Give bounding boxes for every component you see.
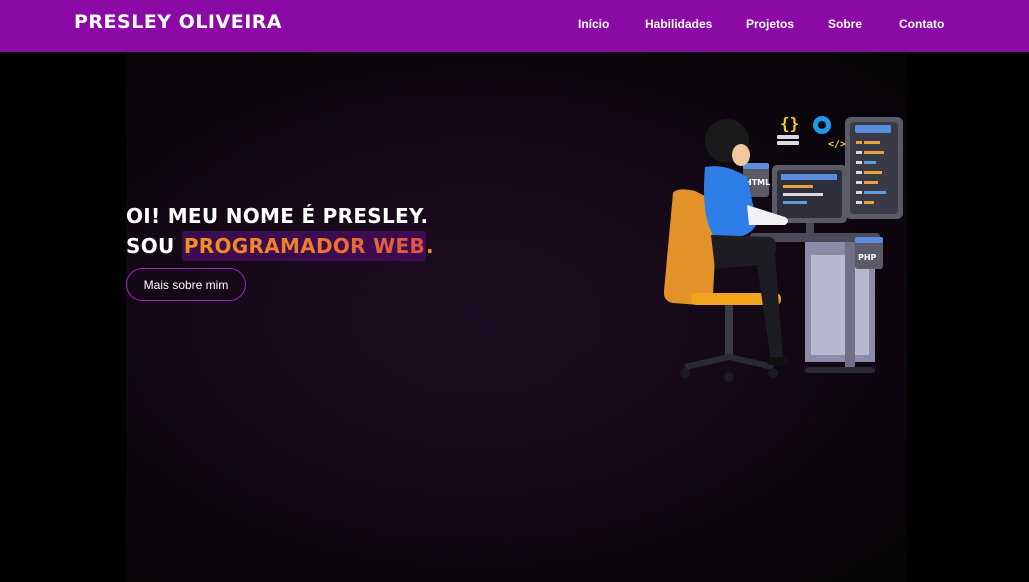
hero-headline: OI! MEU NOME É PRESLEY. SOU PROGRAMADOR … bbox=[126, 201, 434, 261]
nav-link-projetos[interactable]: Projetos bbox=[746, 17, 794, 31]
nav-link-contato[interactable]: Contato bbox=[899, 17, 944, 31]
code-tag-icon: </> bbox=[828, 139, 846, 150]
hero-line-2-suffix: . bbox=[425, 234, 434, 258]
main-nav: Início Habilidades Projetos Sobre Contat… bbox=[0, 17, 1029, 33]
code-panel-icon bbox=[845, 117, 903, 219]
highlight-box: PROGRAMADOR WEB bbox=[181, 231, 426, 261]
svg-text:{}: {} bbox=[780, 114, 799, 133]
nav-link-habilidades[interactable]: Habilidades bbox=[645, 17, 712, 31]
hero-line-2: SOU PROGRAMADOR WEB. bbox=[126, 231, 434, 261]
php-tag-icon: PHP bbox=[855, 237, 883, 269]
hero-highlight-text: PROGRAMADOR WEB bbox=[183, 231, 426, 261]
nav-link-inicio[interactable]: Início bbox=[578, 17, 609, 31]
hero-line-2-prefix: SOU bbox=[126, 234, 182, 258]
curly-braces-icon: {} bbox=[777, 114, 799, 145]
nav-link-sobre[interactable]: Sobre bbox=[828, 17, 862, 31]
developer-at-desk-illustration: {} </> HTML PHP bbox=[663, 114, 903, 382]
gear-icon bbox=[813, 116, 831, 134]
top-navbar: PRESLEY OLIVEIRA Início Habilidades Proj… bbox=[0, 0, 1029, 52]
hero-line-1: OI! MEU NOME É PRESLEY. bbox=[126, 204, 429, 228]
svg-text:PHP: PHP bbox=[858, 253, 877, 262]
more-about-me-button[interactable]: Mais sobre mim bbox=[126, 268, 246, 301]
